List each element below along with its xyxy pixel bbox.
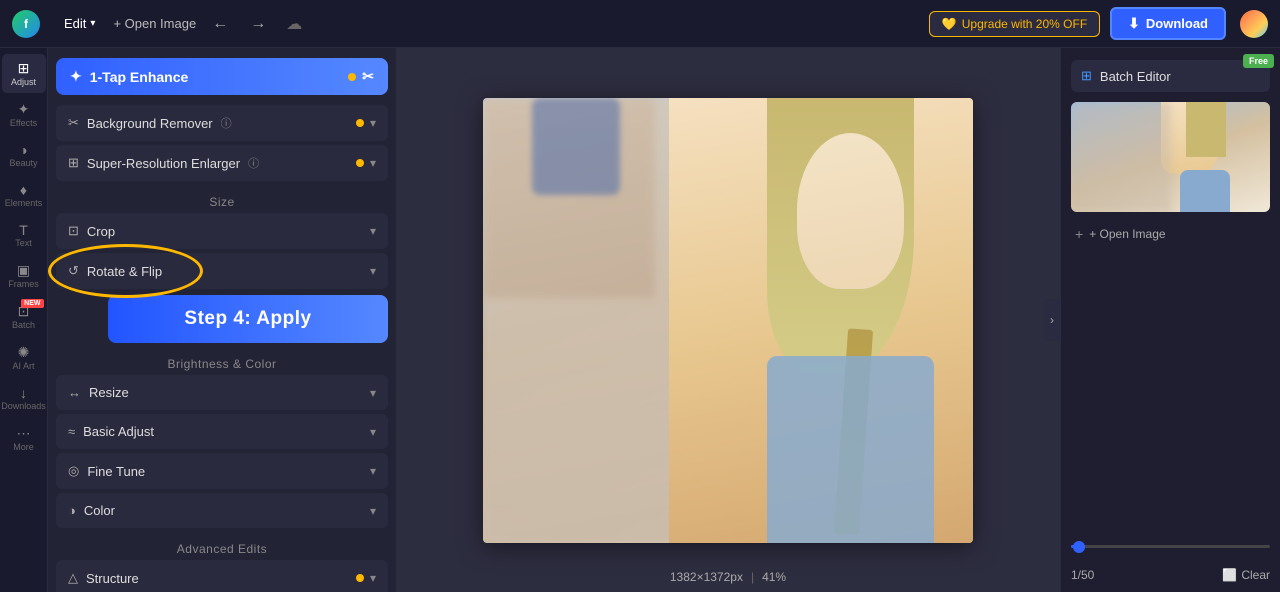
advanced-edits-section-label: Advanced Edits bbox=[56, 532, 388, 560]
right-panel: Free ⊞ Batch Editor + + Open Image 1/50 bbox=[1060, 48, 1280, 592]
one-tap-enhance-button[interactable]: ✦ 1-Tap Enhance ✂ bbox=[56, 58, 388, 95]
sidebar-item-beauty[interactable]: ◑ Beauty bbox=[2, 136, 46, 174]
sidebar-item-ai-art[interactable]: ✺ AI Art bbox=[2, 338, 46, 377]
right-panel-bottom: 1/50 ⬜ Clear bbox=[1071, 568, 1270, 582]
edit-button[interactable]: Edit ▾ bbox=[56, 12, 103, 35]
cloud-save-icon[interactable]: ☁ bbox=[282, 10, 306, 38]
batch-editor-icon: ⊞ bbox=[1081, 68, 1092, 84]
batch-editor-button[interactable]: ⊞ Batch Editor bbox=[1071, 60, 1270, 92]
left-panel: ✦ 1-Tap Enhance ✂ ✂ Background Remover ⓘ… bbox=[48, 48, 396, 592]
user-avatar[interactable] bbox=[1240, 10, 1268, 38]
sidebar-item-downloads[interactable]: ↓ Downloads bbox=[2, 379, 46, 417]
icon-sidebar: ⊞ Adjust ✦ Effects ◑ Beauty ♦ Elements T… bbox=[0, 48, 48, 592]
undo-button[interactable]: ← bbox=[206, 11, 234, 37]
sidebar-item-elements[interactable]: ♦ Elements bbox=[2, 176, 46, 214]
color-item[interactable]: ◑ Color ▾ bbox=[56, 493, 388, 528]
free-badge: Free bbox=[1243, 54, 1274, 68]
background-remover-item[interactable]: ✂ Background Remover ⓘ ▾ bbox=[56, 105, 388, 141]
open-image-button[interactable]: + Open Image bbox=[113, 16, 196, 31]
main-canvas: › 1382×1372px | 41% bbox=[396, 48, 1060, 592]
pagination-info: 1/50 bbox=[1071, 568, 1094, 582]
image-thumbnail bbox=[1071, 102, 1270, 212]
fine-tune-item[interactable]: ◎ Fine Tune ▾ bbox=[56, 453, 388, 489]
download-button[interactable]: ⬇ Download bbox=[1110, 7, 1226, 40]
sidebar-item-effects[interactable]: ✦ Effects bbox=[2, 95, 46, 134]
open-image-right-button[interactable]: + + Open Image bbox=[1071, 222, 1270, 246]
brightness-color-section-label: Brightness & Color bbox=[56, 347, 388, 375]
rotate-flip-item[interactable]: ↺ Rotate & Flip ▾ bbox=[56, 253, 388, 289]
sidebar-item-adjust[interactable]: ⊞ Adjust bbox=[2, 54, 46, 93]
clear-button[interactable]: ⬜ Clear bbox=[1222, 568, 1270, 582]
size-section-label: Size bbox=[56, 185, 388, 213]
sidebar-item-frames[interactable]: ▣ Frames bbox=[2, 256, 46, 295]
canvas-image bbox=[483, 98, 973, 543]
sidebar-item-more[interactable]: ⋯ More bbox=[2, 419, 46, 458]
collapse-panel-arrow[interactable]: › bbox=[1044, 299, 1060, 341]
super-resolution-item[interactable]: ⊞ Super-Resolution Enlarger ⓘ ▾ bbox=[56, 145, 388, 181]
step-apply-button[interactable]: Step 4: Apply bbox=[108, 295, 388, 343]
sidebar-item-text[interactable]: T Text bbox=[2, 216, 46, 254]
redo-button[interactable]: → bbox=[244, 11, 272, 37]
resize-item[interactable]: ↔ Resize ▾ bbox=[56, 375, 388, 410]
image-slider[interactable] bbox=[1071, 545, 1270, 548]
crop-item[interactable]: ⊡ Crop ▾ bbox=[56, 213, 388, 249]
fotor-logo: f bbox=[12, 10, 40, 38]
sidebar-item-batch[interactable]: NEW ⊡ Batch bbox=[2, 297, 46, 336]
basic-adjust-item[interactable]: ≈ Basic Adjust ▾ bbox=[56, 414, 388, 449]
canvas-bottom-info: 1382×1372px | 41% bbox=[670, 570, 786, 584]
upgrade-button[interactable]: 💛 Upgrade with 20% OFF bbox=[929, 11, 1100, 37]
structure-item[interactable]: △ Structure ▾ bbox=[56, 560, 388, 592]
